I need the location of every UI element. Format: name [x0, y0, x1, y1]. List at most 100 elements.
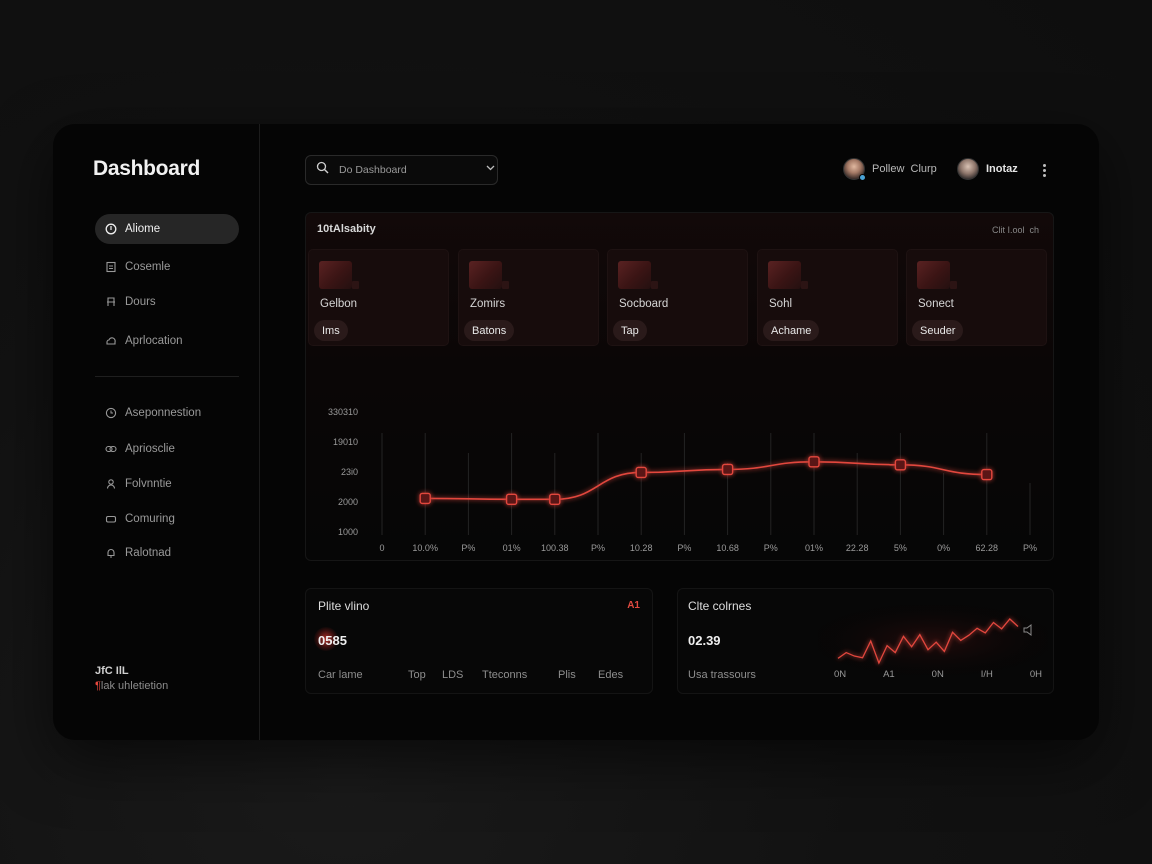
stat-badge: A1 [627, 600, 640, 611]
avatar [843, 158, 866, 181]
x-tick-label: P% [677, 543, 691, 553]
sidebar-item-label: Ralotnad [125, 547, 172, 559]
card-pill-button[interactable]: Ims [314, 320, 348, 341]
sparkline-x-tick: I/H [980, 669, 993, 680]
y-tick-label: 2000 [338, 497, 358, 507]
sidebar-item-label: Folvnntie [125, 478, 172, 490]
card-thumbnail [319, 261, 359, 289]
card-pill-button[interactable]: Seuder [912, 320, 964, 341]
stat-title: Clte colrnes [688, 599, 752, 613]
availability-panel: 10tAlsabity Clit I.ool ch Gelbon Ims Zom… [305, 212, 1054, 561]
card-pill-button[interactable]: Achame [763, 320, 820, 341]
sidebar-item-aseponnestion[interactable]: Aseponnestion [95, 398, 239, 428]
stat-card-right: Clte colrnes 02.39 Usa trassours 0N A1 0N I… [677, 588, 1054, 694]
data-point[interactable] [981, 468, 993, 481]
stat-label-row: Car lame Top LDS Tteconns Plis Edes [318, 669, 638, 681]
sidebar-item-aprlocation[interactable]: Aprlocation [95, 326, 239, 356]
card-pill-button[interactable]: Tap [613, 320, 647, 341]
card-label: Gelbon [320, 298, 358, 310]
stat-title: Plite vlino [318, 599, 370, 613]
app-window: Dashboard Aliome Cosemle Dours Aprlocati… [53, 124, 1099, 740]
x-tick-label: 0% [937, 543, 950, 553]
x-tick-label: 100.38 [541, 543, 569, 553]
y-tick-label: 19010 [333, 437, 358, 447]
sidebar-item-label: Aliome [125, 223, 161, 235]
card-label: Sonect [918, 298, 954, 310]
data-point[interactable] [635, 466, 647, 479]
sparkline-x-axis: 0N A1 0N I/H 0H [834, 669, 1042, 680]
x-tick-label: 01% [503, 543, 521, 553]
x-tick-label: 10.28 [630, 543, 653, 553]
stat-value: 0585 [318, 633, 347, 648]
search-box[interactable] [305, 155, 498, 185]
category-card[interactable]: Gelbon Ims [308, 249, 449, 346]
sidebar-item-aliome[interactable]: Aliome [95, 214, 239, 244]
footer-line-1: JfC IlL [95, 665, 129, 677]
data-point[interactable] [894, 459, 907, 471]
stat-label[interactable]: Car lame [318, 669, 408, 681]
chevron-down-icon[interactable] [484, 161, 497, 179]
sidebar-item-ralotnad[interactable]: Ralotnad [95, 538, 239, 568]
x-tick-label: 10.68 [716, 543, 739, 553]
card-icon [105, 513, 117, 525]
card-thumbnail [917, 261, 957, 289]
x-tick-label: 0 [379, 543, 384, 553]
sidebar-item-apriosclie[interactable]: Apriosclie [95, 434, 239, 464]
user-name: Inotaz [986, 163, 1018, 175]
panel-action-link[interactable]: Clit I.ool ch [992, 225, 1039, 235]
category-card[interactable]: Sohl Achame [757, 249, 898, 346]
sidebar-footer: JfC IlL ¶lak uhletietion [95, 664, 168, 694]
stat-label[interactable]: Top [408, 669, 442, 681]
sidebar-item-label: Cosemle [125, 261, 171, 273]
x-tick-label: 62.28 [976, 543, 999, 553]
sidebar-item-cosemle[interactable]: Cosemle [95, 252, 239, 282]
stat-label[interactable]: Plis [558, 669, 598, 681]
sidebar-item-label: Aprlocation [125, 335, 183, 347]
user-chip-1[interactable]: Pollew Clurp [843, 158, 937, 181]
x-tick-label: P% [461, 543, 475, 553]
more-options-icon[interactable] [1037, 160, 1051, 180]
search-icon [316, 161, 329, 179]
stat-label[interactable]: Tteconns [482, 669, 558, 681]
user-icon [105, 478, 117, 490]
x-tick-label: 10.0% [412, 543, 438, 553]
data-point[interactable] [549, 493, 561, 506]
bell-icon [105, 547, 117, 559]
data-point[interactable] [808, 456, 820, 468]
category-card[interactable]: Sonect Seuder [906, 249, 1047, 346]
app-title: Dashboard [93, 157, 200, 180]
stat-label[interactable]: LDS [442, 669, 482, 681]
sidebar-item-comuring[interactable]: Comuring [95, 504, 239, 534]
footer-line-2-text: lak uhletietion [100, 680, 169, 692]
sparkline-x-tick: 0H [1029, 669, 1042, 680]
category-card[interactable]: Socboard Tap [607, 249, 748, 346]
sidebar-item-label: Aseponnestion [125, 407, 202, 419]
data-point[interactable] [721, 463, 734, 476]
sparkline-x-tick: 0N [931, 669, 944, 680]
x-tick-label: 5% [894, 543, 907, 553]
chair-icon [105, 296, 117, 308]
x-tick-label: 01% [805, 543, 823, 553]
sparkline-chart [818, 605, 1048, 675]
user-chip-2[interactable]: Inotaz [957, 158, 1018, 180]
sidebar-item-label: Dours [125, 296, 156, 308]
x-tick-label: P% [764, 543, 778, 553]
stat-label[interactable]: Edes [598, 669, 638, 681]
card-label: Socboard [619, 298, 669, 310]
sidebar-item-dours[interactable]: Dours [95, 287, 239, 317]
sparkline-x-tick: 0N [834, 669, 847, 680]
data-point[interactable] [505, 493, 518, 506]
clock-icon [105, 407, 117, 419]
document-icon [105, 261, 117, 273]
card-label: Sohl [769, 298, 793, 310]
cloud-icon [105, 335, 117, 347]
stat-value: 02.39 [688, 633, 721, 648]
sidebar-divider [95, 376, 239, 377]
category-card[interactable]: Zomirs Batons [458, 249, 599, 346]
data-point[interactable] [419, 492, 431, 505]
x-tick-label: P% [591, 543, 605, 553]
card-pill-button[interactable]: Batons [464, 320, 515, 341]
search-input[interactable] [339, 164, 474, 176]
sidebar-item-folvnntie[interactable]: Folvnntie [95, 469, 239, 499]
card-thumbnail [618, 261, 658, 289]
